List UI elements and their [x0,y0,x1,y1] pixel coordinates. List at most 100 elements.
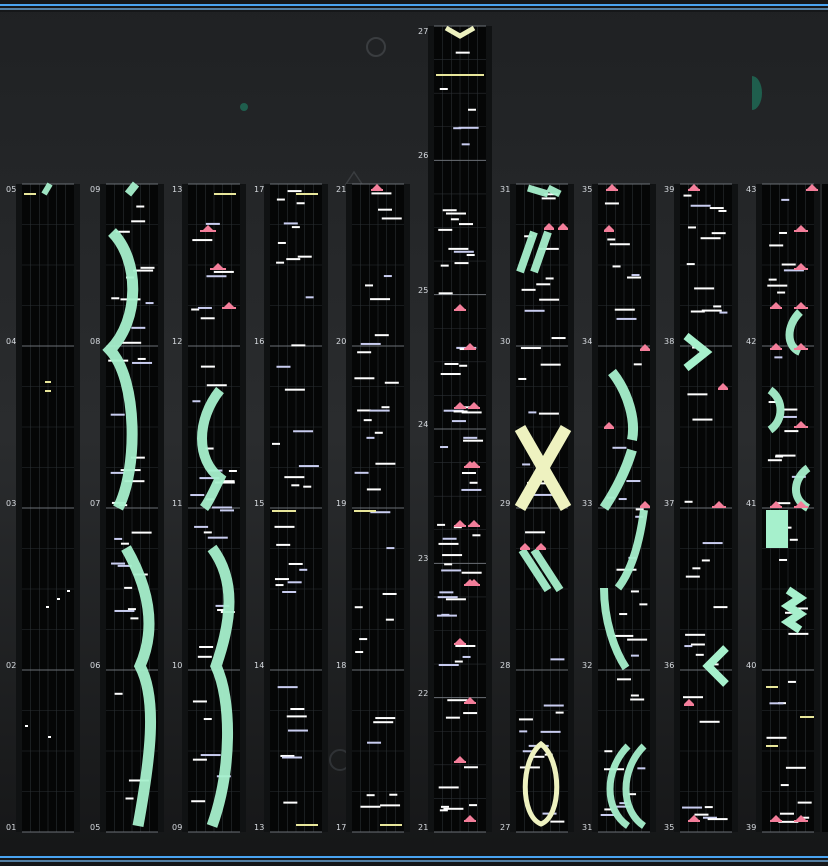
tap-note [366,488,381,491]
tap-note [214,193,236,195]
tap-note [442,554,463,557]
tap-note [367,741,382,744]
tap-note [200,754,221,757]
flick-note [794,307,808,309]
flick-note [454,407,466,409]
tap-note [354,606,363,609]
tap-note [357,409,372,412]
tap-note [203,718,212,721]
tap-note [437,596,458,599]
tap-note [518,718,533,721]
measure-number: 38 [664,337,675,346]
tap-note [469,804,478,807]
tap-note [451,420,466,423]
tap-note [220,509,235,512]
measure-number: 36 [664,661,675,670]
tap-note [604,750,613,753]
flick-note [640,506,650,508]
tap-note [766,736,787,739]
flick-note [468,584,480,586]
tap-note [192,400,201,403]
measure-number: 21 [336,185,347,194]
tap-note [203,531,212,534]
measure-number: 42 [746,337,757,346]
tap-note [687,393,708,396]
tap-note [719,311,728,314]
tap-note [207,536,228,539]
measure-number: 11 [172,499,183,508]
tap-note [366,794,375,797]
flick-note [606,189,618,191]
tap-note [536,283,551,286]
tap-note [382,592,397,595]
tap-note [25,725,28,727]
measure-number: 17 [336,823,347,832]
tap-note [354,377,375,380]
tap-note [199,645,214,648]
tap-note [538,412,559,415]
tap-note [384,381,399,384]
tap-note [626,480,641,483]
tap-note [212,506,233,509]
flick-note [222,307,236,309]
tap-note [775,455,784,458]
tap-note [767,284,788,287]
measure-number: 08 [90,337,101,346]
tap-note [461,571,482,574]
flick-note [371,189,383,191]
tap-note [190,494,205,497]
tap-note [784,430,799,433]
tap-note [524,309,545,312]
tap-note [299,568,308,571]
measure-number: 13 [172,185,183,194]
tap-note [140,266,155,269]
flick-note [806,189,818,191]
tap-note [130,617,139,620]
tap-note [685,575,700,578]
tap-note [57,598,60,600]
tap-note [272,442,281,445]
flick-note [688,189,700,191]
measure-number: 14 [254,661,265,670]
tap-note [766,686,778,688]
measure-number: 34 [582,337,593,346]
tap-note [125,797,134,800]
tap-note [788,632,809,635]
measure-number: 31 [582,823,593,832]
tap-note [438,786,459,789]
tap-note [374,334,389,337]
tap-note [541,197,556,200]
tap-note [713,305,722,308]
flick-note [712,506,726,508]
measure-number: 06 [90,661,101,670]
tap-note [296,193,318,195]
flick-note [454,525,466,527]
tap-note [284,388,305,391]
flick-note [770,506,782,508]
flick-note [640,349,650,351]
tap-note [296,202,305,205]
tap-note [779,812,794,815]
tap-note [518,377,527,380]
measure-number: 29 [500,499,511,508]
tap-note [291,484,300,487]
tap-note [374,431,383,434]
tap-note [228,470,237,473]
tap-note [291,344,306,347]
tap-note [454,262,469,265]
tap-note [110,471,125,474]
measure-number: 31 [500,185,511,194]
tap-note [275,584,284,587]
tap-note [305,296,314,299]
measure-number: 24 [418,420,429,429]
tap-note [455,51,470,54]
tap-note [630,694,639,697]
measure-number: 39 [664,185,675,194]
tap-note [686,263,695,266]
measure-number: 05 [6,185,17,194]
tap-note [604,202,619,205]
flick-note [688,820,700,822]
lane [822,184,828,832]
measure-number: 23 [418,554,429,564]
tap-note [707,818,728,821]
